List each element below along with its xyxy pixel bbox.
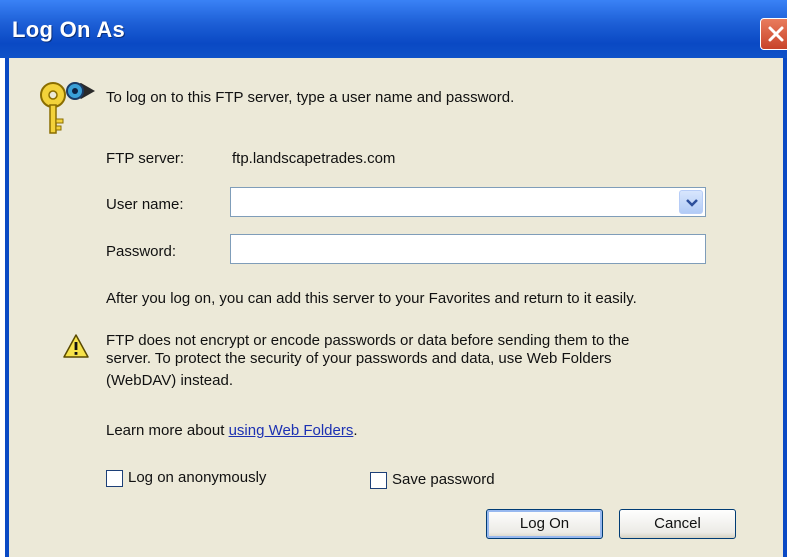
learn-more-prefix: Learn more about [106,422,229,439]
save-password-label[interactable]: Save password [392,471,495,488]
ftp-server-label: FTP server: [106,150,185,167]
username-dropdown-button[interactable] [679,190,703,214]
save-password-checkbox[interactable] [370,472,387,489]
favorites-note: After you log on, you can add this serve… [106,290,637,307]
username-label: User name: [106,196,184,213]
password-label: Password: [106,243,177,260]
learn-more-text: Learn more about using Web Folders. [106,422,358,439]
window-title: Log On As [12,17,126,42]
warning-line-2: server. To protect the security of your … [106,350,612,367]
learn-more-suffix: . [353,422,358,439]
warning-line-3: (WebDAV) instead. [106,372,233,389]
warning-icon [63,334,89,358]
anonymous-checkbox[interactable] [106,470,123,487]
log-on-as-dialog: Log On As To log on to this FTP server, … [0,0,787,557]
intro-text: To log on to this FTP server, type a use… [106,89,515,106]
title-bar[interactable]: Log On As [0,0,787,58]
close-button[interactable] [760,18,787,50]
password-field[interactable] [230,234,706,264]
chevron-down-icon [686,199,698,207]
close-icon [768,26,784,42]
anonymous-label[interactable]: Log on anonymously [128,469,266,486]
log-on-button[interactable]: Log On [486,509,603,539]
cancel-button[interactable]: Cancel [619,509,736,539]
username-combobox[interactable] [230,187,706,217]
web-folders-link[interactable]: using Web Folders [229,422,354,439]
ftp-server-value: ftp.landscapetrades.com [232,150,396,167]
keys-icon [40,82,95,134]
window-frame [783,58,787,557]
warning-line-1: FTP does not encrypt or encode passwords… [106,332,630,349]
